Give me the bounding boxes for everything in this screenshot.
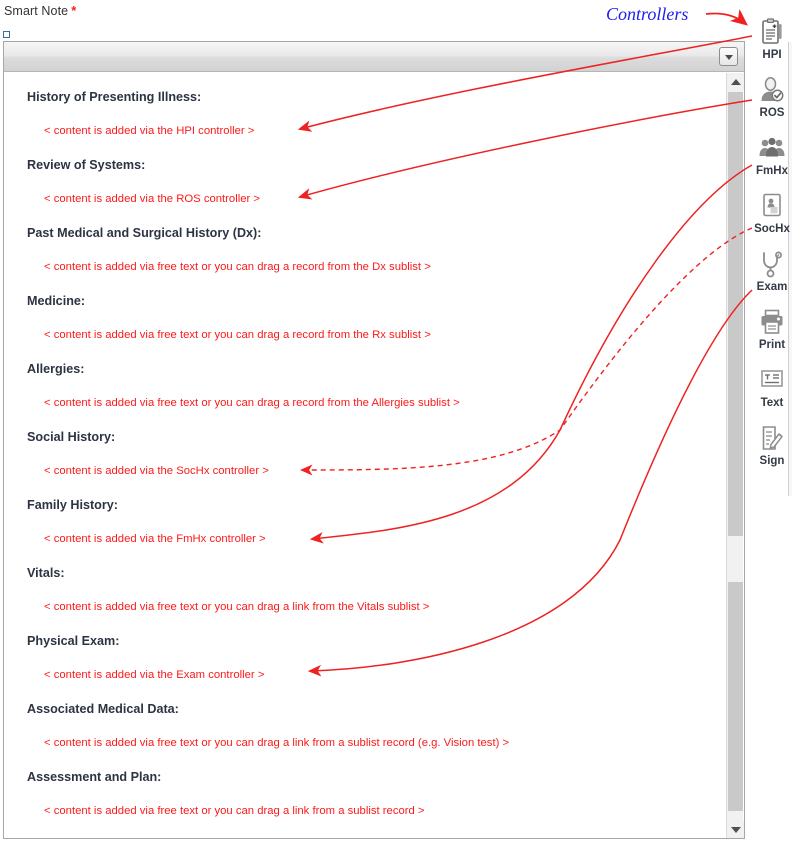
required-asterisk: * (71, 3, 77, 18)
controller-fmhx-button[interactable]: FmHx (752, 134, 792, 192)
controller-label: Sign (759, 455, 785, 467)
note-section-heading: Medicine: (27, 294, 86, 308)
signature-pen-icon (758, 424, 786, 454)
controller-hpi-button[interactable]: HPI (752, 18, 792, 76)
note-content: History of Presenting Illness: < content … (4, 73, 718, 829)
resize-handle-marker[interactable] (3, 31, 10, 38)
note-section-placeholder[interactable]: < content is added via the HPI controlle… (4, 114, 718, 149)
controller-label: FmHx (756, 165, 788, 177)
note-vertical-scrollbar[interactable] (726, 73, 744, 838)
scroll-up-button[interactable] (727, 73, 744, 90)
people-group-icon (758, 134, 786, 164)
page-title: Smart Note * (4, 3, 76, 18)
id-card-person-icon (758, 192, 786, 222)
note-section-heading: Review of Systems: (27, 158, 146, 172)
controller-label: ROS (759, 107, 785, 119)
note-section-placeholder[interactable]: < content is added via free text or you … (4, 386, 718, 421)
note-section-placeholder[interactable]: < content is added via free text or you … (4, 794, 718, 829)
controller-ros-button[interactable]: ROS (752, 76, 792, 134)
printer-icon (758, 308, 786, 338)
note-section-heading: Past Medical and Surgical History (Dx): (27, 226, 262, 240)
note-section-heading: Associated Medical Data: (27, 702, 179, 716)
controllers-rail: HPI ROS FmHx SocHx Exam Print Text Sign (752, 18, 792, 482)
note-scroll-viewport[interactable]: History of Presenting Illness: < content … (4, 73, 744, 838)
person-check-icon (758, 76, 786, 106)
note-section-heading: Social History: (27, 430, 116, 444)
scrollbar-thumb[interactable] (728, 92, 743, 536)
editor-toolbar (4, 42, 744, 72)
chevron-down-icon (731, 827, 741, 833)
controller-exam-button[interactable]: Exam (752, 250, 792, 308)
note-section-placeholder[interactable]: < content is added via the SocHx control… (4, 454, 718, 489)
controller-text-button[interactable]: Text (752, 366, 792, 424)
chevron-down-icon (725, 55, 733, 60)
clipboard-plus-icon (758, 18, 786, 48)
chevron-up-icon (731, 79, 741, 85)
note-section-placeholder[interactable]: < content is added via the Exam controll… (4, 658, 718, 693)
note-section-placeholder[interactable]: < content is added via the ROS controlle… (4, 182, 718, 217)
note-section-placeholder[interactable]: < content is added via free text or you … (4, 590, 718, 625)
toolbar-options-dropdown[interactable] (719, 47, 738, 66)
scrollbar-thumb-secondary[interactable] (728, 582, 743, 811)
note-section-heading: Assessment and Plan: (27, 770, 162, 784)
controller-print-button[interactable]: Print (752, 308, 792, 366)
controller-label: Exam (756, 281, 788, 293)
field-label-text: Smart Note (4, 4, 69, 18)
controller-sign-button[interactable]: Sign (752, 424, 792, 482)
controller-label: Text (760, 397, 784, 409)
stethoscope-icon (758, 250, 786, 280)
scroll-down-button[interactable] (727, 821, 744, 838)
note-section-heading: Physical Exam: (27, 634, 120, 648)
controllers-annotation-label: Controllers (606, 4, 689, 24)
note-section-heading: Vitals: (27, 566, 65, 580)
note-section-placeholder[interactable]: < content is added via free text or you … (4, 318, 718, 353)
controller-label: Print (758, 339, 786, 351)
controller-label: SocHx (754, 223, 790, 235)
note-section-placeholder[interactable]: < content is added via free text or you … (4, 250, 718, 285)
note-section-heading: Family History: (27, 498, 118, 512)
note-section-heading: Allergies: (27, 362, 85, 376)
note-section-heading: History of Presenting Illness: (27, 90, 202, 104)
note-section-placeholder[interactable]: < content is added via free text or you … (4, 726, 718, 761)
controller-label: HPI (762, 49, 782, 61)
note-section-placeholder[interactable]: < content is added via the FmHx controll… (4, 522, 718, 557)
controller-sochx-button[interactable]: SocHx (752, 192, 792, 250)
smart-note-editor: History of Presenting Illness: < content … (3, 41, 745, 839)
text-block-icon (758, 366, 786, 396)
